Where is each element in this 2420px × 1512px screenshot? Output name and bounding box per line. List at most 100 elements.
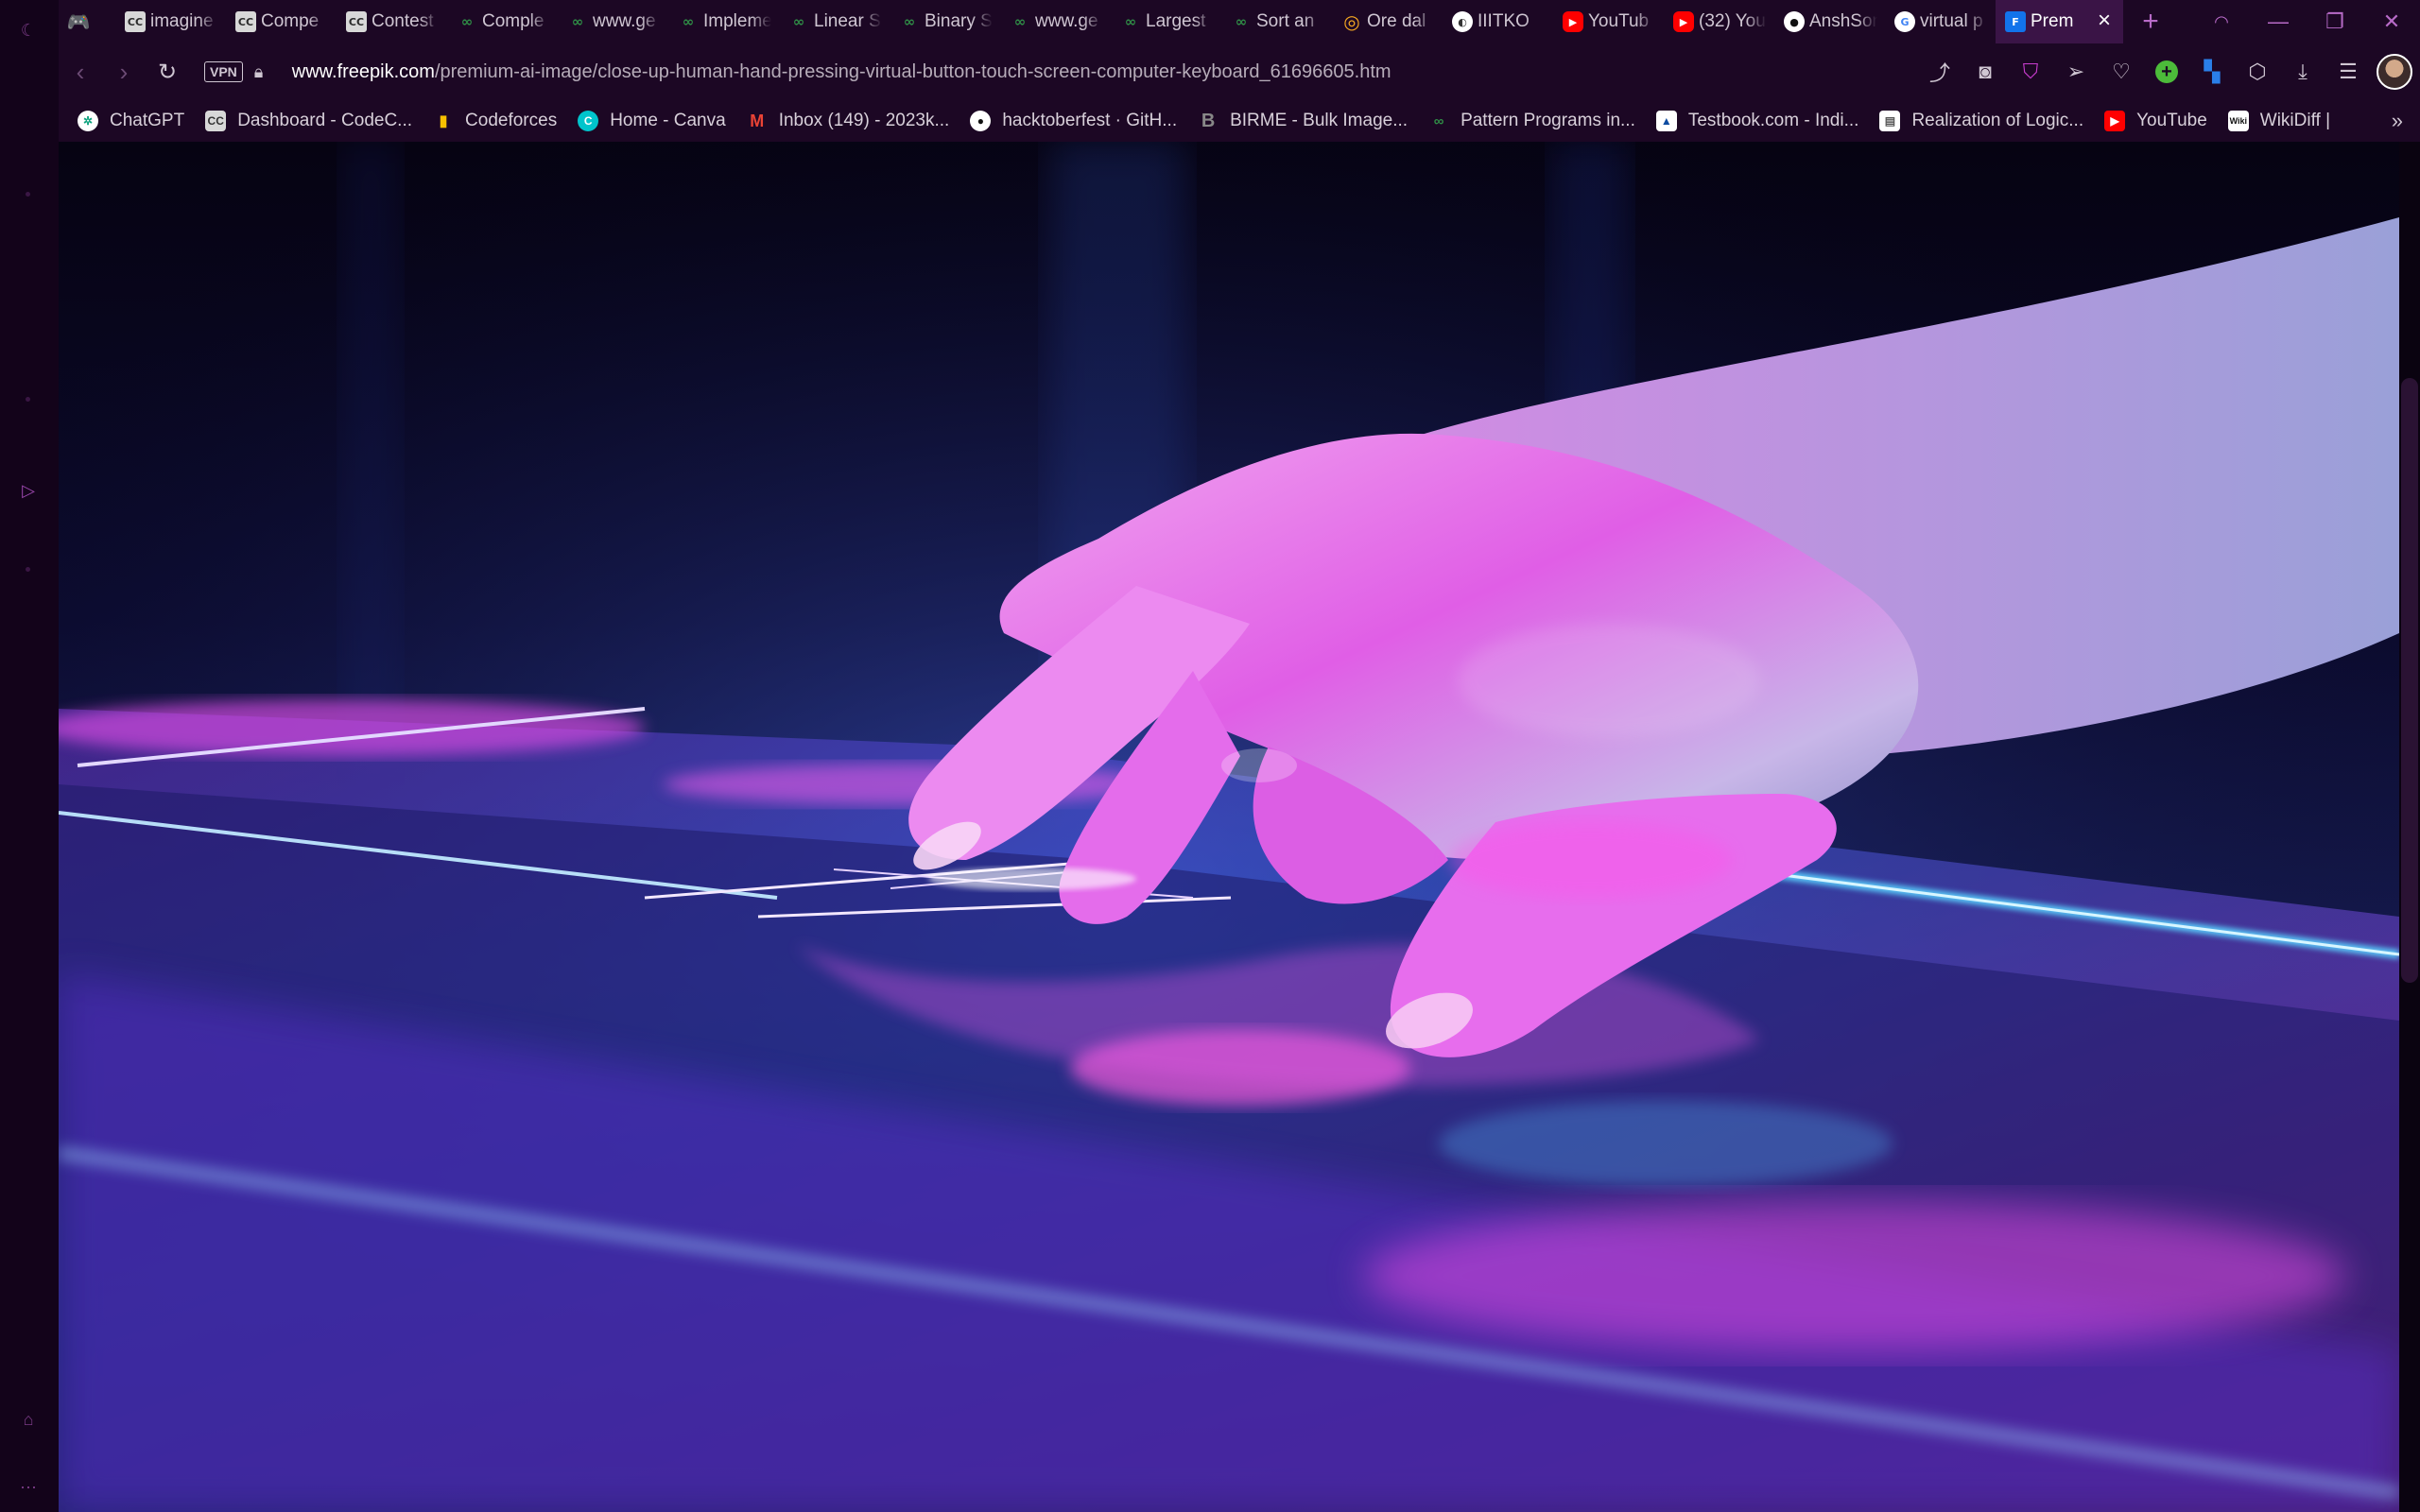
tab[interactable]: ∞ www.ge (558, 0, 668, 43)
bookmark-item[interactable]: ▶ YouTube (2104, 111, 2207, 131)
github-icon: ● (1784, 11, 1805, 32)
geeksforgeeks-icon: ∞ (1433, 112, 1444, 129)
adblock-shield-icon[interactable]: ⛉ (2008, 50, 2053, 94)
bookmark-item[interactable]: ▲ Testbook.com - Indi... (1655, 111, 1859, 131)
iiitk-icon: ◐ (1452, 11, 1473, 32)
ore-icon: ◎ (1343, 10, 1360, 33)
tab[interactable]: 🎮 (59, 0, 115, 43)
tab[interactable]: CC Compe (226, 0, 337, 43)
tab-title: Ore dal (1367, 11, 1426, 31)
youtube-icon: ▶ (1673, 11, 1694, 32)
tab[interactable]: ▶ YouTub (1553, 0, 1664, 43)
tab-active[interactable]: F Prem × (1996, 0, 2123, 43)
tab-title: Linear S (814, 11, 881, 31)
vpn-badge[interactable]: VPN (204, 61, 243, 82)
minimize-button[interactable]: — (2250, 0, 2307, 43)
geeksforgeeks-icon: ∞ (1235, 13, 1248, 30)
bookmark-item[interactable]: M Inbox (149) - 2023k... (747, 111, 949, 131)
tab-title: Contest (372, 11, 434, 31)
codechef-icon: CC (235, 11, 256, 32)
document-icon: ▤ (1879, 111, 1901, 131)
snapshot-icon[interactable]: ◙ (1962, 50, 2008, 94)
download-icon[interactable]: ⤓ (2280, 50, 2325, 94)
tab[interactable]: ▶ (32) You (1664, 0, 1774, 43)
bookmark-item[interactable]: ✲ ChatGPT (78, 111, 184, 131)
tab[interactable]: ∞ Impleme (668, 0, 779, 43)
tab[interactable]: ∞ www.ge (1000, 0, 1111, 43)
opera-logo-icon[interactable]: ☾ (15, 17, 42, 43)
lock-icon[interactable]: 🔒︎ (254, 62, 273, 82)
codechef-icon: CC (125, 11, 146, 32)
bookmark-label: Testbook.com - Indi... (1687, 111, 1859, 130)
bookmark-label: BIRME - Bulk Image... (1230, 111, 1409, 130)
extensions-cube-icon[interactable]: ⬡ (2235, 50, 2280, 94)
share-icon[interactable]: ⤴ (1917, 50, 1962, 94)
bookmark-item[interactable]: CC Dashboard - CodeC... (205, 111, 412, 131)
loading-spinner-icon: ◠ (2214, 11, 2229, 31)
bookmark-heart-icon[interactable]: ♡ (2099, 50, 2144, 94)
bookmark-item[interactable]: ▤ Realization of Logic... (1879, 111, 2083, 131)
bookmark-item[interactable]: ∞ Pattern Programs in... (1428, 111, 1635, 131)
url-host: www.freepik.com (291, 60, 435, 82)
tab[interactable]: CC Contest (337, 0, 447, 43)
hero-image (59, 142, 2399, 1512)
close-window-button[interactable]: ✕ (2363, 0, 2420, 43)
tab[interactable]: ∞ Binary S (890, 0, 1000, 43)
restore-button[interactable]: ❐ (2307, 0, 2363, 43)
scrollbar-thumb[interactable] (2401, 378, 2418, 983)
reload-button[interactable]: ↻ (146, 50, 189, 94)
page-scrollbar[interactable] (2399, 142, 2420, 1512)
tab[interactable]: ∞ Largest (1111, 0, 1221, 43)
tab[interactable]: ◐ IIITKO (1443, 0, 1553, 43)
sidebar-dot (26, 192, 30, 197)
bookmark-item[interactable]: C Home - Canva (578, 111, 726, 131)
tab-title: Sort an (1256, 11, 1315, 31)
tab[interactable]: ∞ Comple (447, 0, 558, 43)
profile-avatar[interactable] (2377, 54, 2412, 90)
bookmarks-overflow-icon[interactable]: » (2392, 109, 2403, 133)
geeksforgeeks-icon: ∞ (682, 13, 695, 30)
geeksforgeeks-icon: ∞ (792, 13, 805, 30)
bookmark-item[interactable]: B BIRME - Bulk Image... (1198, 111, 1408, 131)
tab-title: www.ge (593, 11, 656, 31)
bookmark-label: Pattern Programs in... (1461, 111, 1635, 130)
testbook-icon: ▲ (1655, 111, 1677, 131)
extension-trello-icon[interactable]: ▚ (2189, 50, 2235, 94)
tab-title: (32) You (1699, 11, 1766, 31)
bookmark-label: Realization of Logic... (1911, 111, 2084, 130)
url-field[interactable]: www.freepik.com/premium-ai-image/close-u… (292, 61, 1392, 83)
tab[interactable]: CC imagine (115, 0, 226, 43)
tab[interactable]: Gvirtual p (1885, 0, 1996, 43)
canva-icon: C (578, 111, 599, 131)
tab[interactable]: ∞ Sort an (1221, 0, 1332, 43)
bookmark-item[interactable]: Wiki WikiDiff | (2227, 111, 2330, 131)
codechef-icon: CC (346, 11, 367, 32)
forward-button[interactable]: › (102, 50, 146, 94)
address-bar: ‹ › ↻ VPN 🔒︎ www.freepik.com/premium-ai-… (59, 43, 2420, 100)
gmail-icon: M (750, 111, 765, 130)
tab-title: virtual p (1920, 11, 1983, 31)
new-tab-button[interactable]: + (2129, 0, 2172, 43)
codechef-icon: CC (205, 111, 227, 131)
codeforces-icon: ▮ (439, 113, 448, 129)
close-tab-icon[interactable]: × (2093, 9, 2116, 33)
url-path: /premium-ai-image/close-up-human-hand-pr… (434, 60, 1392, 82)
more-icon[interactable]: ⋯ (15, 1474, 42, 1501)
bookmark-item[interactable]: ● hacktoberfest · GitH... (970, 111, 1177, 131)
bookmark-item[interactable]: ▮ Codeforces (433, 111, 558, 131)
send-icon[interactable]: ➢ (2053, 50, 2099, 94)
tab[interactable]: ● AnshSon (1774, 0, 1885, 43)
player-icon[interactable]: ▷ (15, 477, 42, 504)
extension-plus-icon[interactable]: + (2144, 50, 2189, 94)
wikidiff-icon: Wiki (2227, 111, 2249, 131)
chatgpt-icon: ✲ (78, 111, 98, 131)
tab-title: Largest (1146, 11, 1206, 31)
browser-sidebar: ☾ ▷ ⌂ ⋯ (0, 0, 59, 1512)
pinboard-icon[interactable]: ⌂ (15, 1406, 42, 1433)
back-button[interactable]: ‹ (59, 50, 102, 94)
tab-title: IIITKO (1478, 11, 1530, 31)
tab[interactable]: ∞ Linear S (779, 0, 890, 43)
tab-title: Prem (2031, 11, 2074, 31)
easy-setup-icon[interactable]: ☰ (2325, 50, 2371, 94)
tab[interactable]: ◎ Ore dal (1332, 0, 1443, 43)
